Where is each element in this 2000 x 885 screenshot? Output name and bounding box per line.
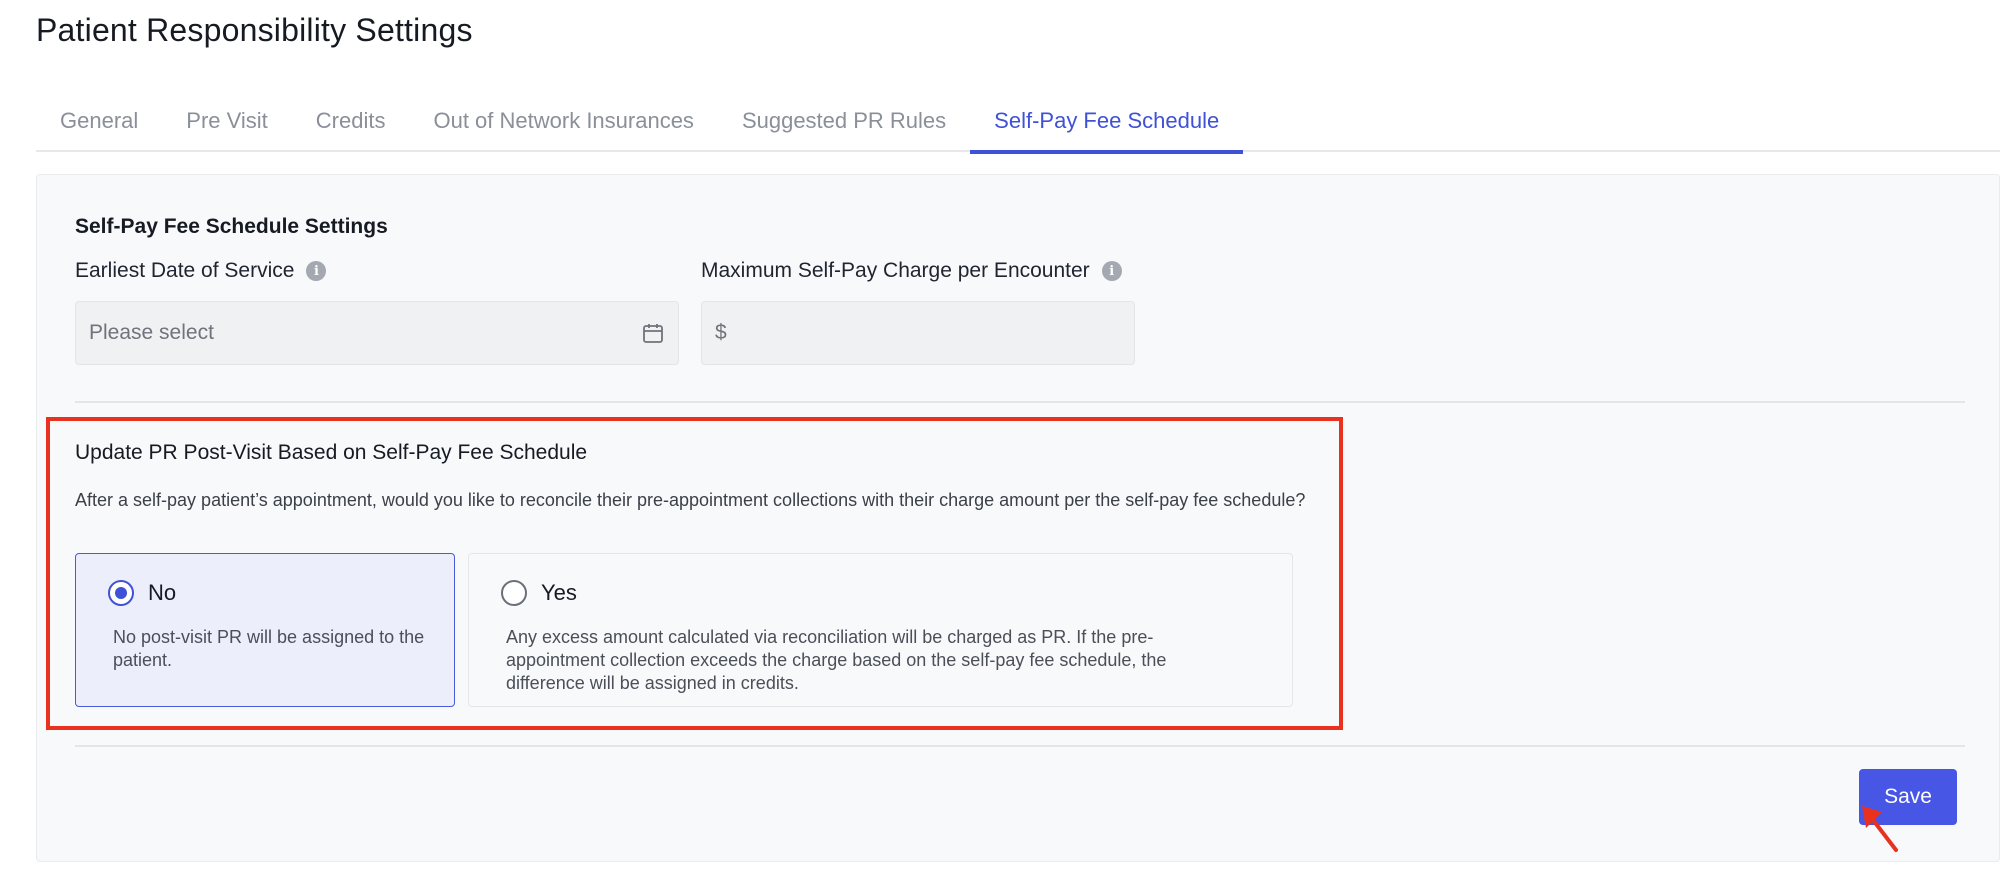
tab-self-pay-fee-schedule[interactable]: Self-Pay Fee Schedule xyxy=(970,90,1244,154)
earliest-date-label-text: Earliest Date of Service xyxy=(75,259,295,282)
highlight-box xyxy=(46,417,1343,730)
earliest-date-label: Earliest Date of Service i xyxy=(75,259,327,283)
calendar-icon[interactable] xyxy=(641,321,665,345)
earliest-date-placeholder: Please select xyxy=(89,321,214,344)
tab-general[interactable]: General xyxy=(36,90,162,152)
tab-credits[interactable]: Credits xyxy=(292,90,410,152)
earliest-date-input[interactable]: Please select xyxy=(75,301,679,365)
tab-pre-visit[interactable]: Pre Visit xyxy=(162,90,292,152)
tab-out-of-network-insurances[interactable]: Out of Network Insurances xyxy=(409,90,717,152)
max-charge-label: Maximum Self-Pay Charge per Encounter i xyxy=(701,259,1122,283)
tab-suggested-pr-rules[interactable]: Suggested PR Rules xyxy=(718,90,970,152)
divider xyxy=(75,401,1965,403)
info-icon[interactable]: i xyxy=(306,261,327,281)
page-title: Patient Responsibility Settings xyxy=(36,12,473,48)
currency-prefix: $ xyxy=(715,321,727,344)
section-title: Self-Pay Fee Schedule Settings xyxy=(75,215,388,238)
divider xyxy=(75,745,1965,747)
info-icon[interactable]: i xyxy=(1101,261,1122,281)
pointer-arrow-icon xyxy=(1862,806,1898,852)
tab-bar: General Pre Visit Credits Out of Network… xyxy=(36,90,2000,154)
max-charge-input[interactable]: $ xyxy=(701,301,1135,365)
max-charge-label-text: Maximum Self-Pay Charge per Encounter xyxy=(701,259,1090,282)
